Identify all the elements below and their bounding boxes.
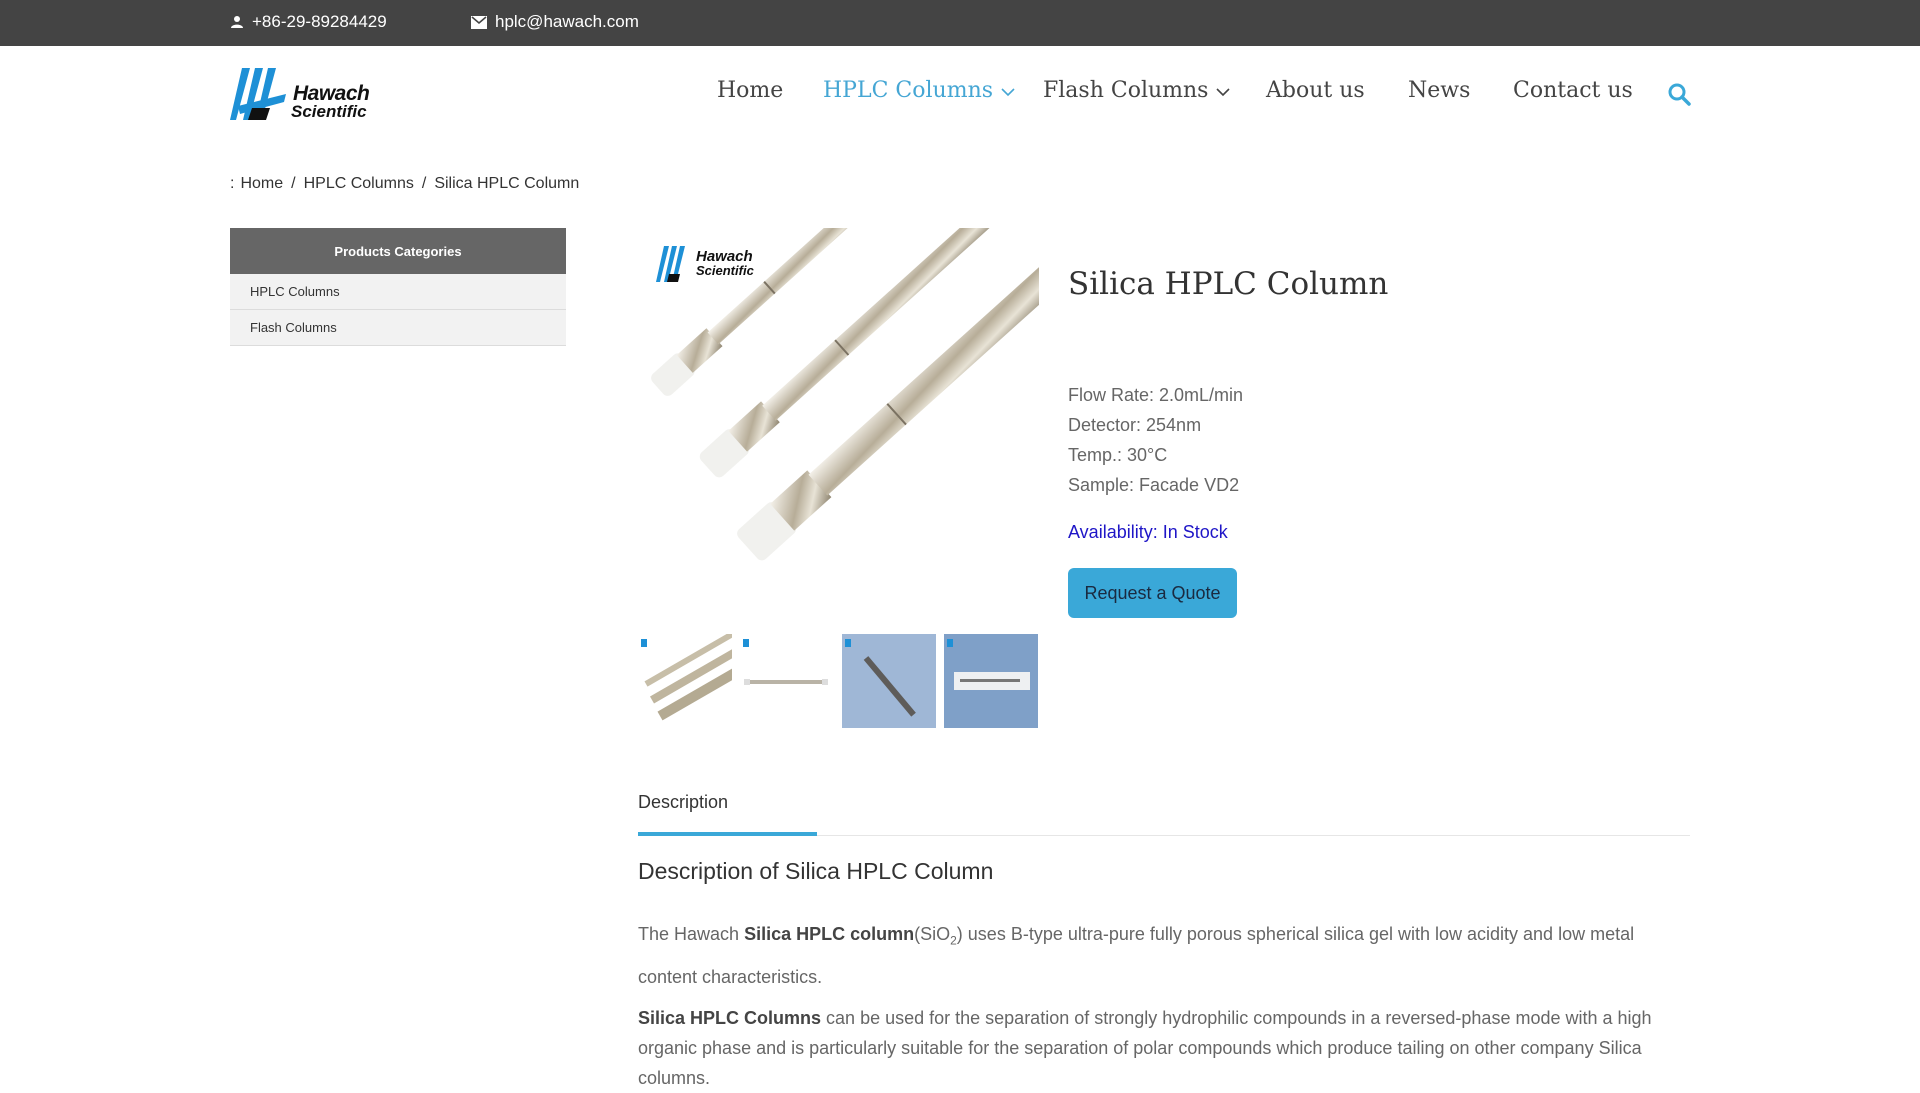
breadcrumb-hplc-columns[interactable]: HPLC Columns (304, 175, 414, 193)
thumbnail-4[interactable] (944, 634, 1038, 728)
logo-text-line2: Scientific (291, 102, 367, 121)
spec-detector: Detector: 254nm (1068, 415, 1202, 435)
thumbnail-column-box-image (947, 639, 1030, 690)
product-tabs: Description (638, 780, 1690, 836)
person-icon (230, 15, 244, 29)
sidebar-title: Products Categories (230, 228, 566, 274)
product-specs: Flow Rate: 2.0mL/min Detector: 254nm Tem… (1068, 380, 1243, 500)
product-main-image[interactable]: Hawach Scientific (638, 228, 1039, 608)
availability-status: Availability: In Stock (1068, 522, 1228, 542)
envelope-icon (471, 15, 487, 29)
top-bar: +86-29-89284429 hplc@hawach.com (0, 0, 1920, 46)
breadcrumb-current: Silica HPLC Column (434, 175, 580, 192)
spec-temperature: Temp.: 30°C (1068, 445, 1168, 465)
chevron-down-icon (1216, 78, 1231, 103)
breadcrumb-home[interactable]: Home (240, 175, 283, 193)
request-quote-button[interactable]: Request a Quote (1068, 568, 1237, 618)
spec-flow-rate: Flow Rate: 2.0mL/min (1068, 385, 1244, 405)
breadcrumb-prefix: : (230, 175, 235, 192)
thumbnail-column-blue-background-image (845, 639, 916, 717)
breadcrumb-separator: / (291, 175, 296, 192)
product-thumbnails (638, 634, 1038, 728)
thumbnail-single-column-image (743, 639, 828, 685)
image-watermark-logo: Hawach Scientific (656, 244, 754, 284)
thumbnail-columns-image (641, 634, 732, 721)
site-header: Hawach Scientific Home HPLC Columns Flas… (0, 46, 1920, 156)
email-address: hplc@hawach.com (495, 12, 639, 31)
product-title: Silica HPLC Column (1068, 266, 1389, 302)
nav-flash-columns[interactable]: Flash Columns (1043, 78, 1231, 103)
site-logo[interactable]: Hawach Scientific (230, 66, 375, 122)
sidebar-item-hplc-columns[interactable]: HPLC Columns (230, 274, 566, 310)
tab-description[interactable]: Description (638, 792, 817, 836)
email-contact[interactable]: hplc@hawach.com (471, 12, 639, 32)
spec-sample: Sample: Facade VD2 (1068, 475, 1240, 495)
nav-about-us[interactable]: About us (1266, 78, 1365, 103)
search-icon[interactable] (1667, 82, 1691, 111)
nav-news[interactable]: News (1408, 78, 1470, 103)
phone-contact[interactable]: +86-29-89284429 (230, 12, 387, 32)
nav-contact-us[interactable]: Contact us (1513, 78, 1633, 103)
sidebar-item-flash-columns[interactable]: Flash Columns (230, 310, 566, 346)
hawach-logo-mark (230, 68, 286, 120)
breadcrumb-separator: / (421, 175, 427, 192)
hplc-columns-photo (651, 228, 1039, 561)
chevron-down-icon (1001, 78, 1015, 103)
nav-home[interactable]: Home (717, 78, 783, 103)
description-heading: Description of Silica HPLC Column (638, 858, 994, 884)
description-paragraph-1: The Hawach Silica HPLC column(SiO2) uses… (638, 924, 1635, 987)
breadcrumb: : Home / HPLC Columns / Silica HPLC Colu… (230, 175, 579, 193)
thumbnail-1[interactable] (638, 634, 732, 728)
products-sidebar: Products Categories HPLC Columns Flash C… (230, 228, 566, 346)
phone-number: +86-29-89284429 (252, 12, 387, 31)
nav-hplc-columns[interactable]: HPLC Columns (823, 78, 1015, 103)
thumbnail-2[interactable] (740, 634, 834, 728)
hawach-logo-mark (656, 246, 685, 282)
thumbnail-3[interactable] (842, 634, 936, 728)
